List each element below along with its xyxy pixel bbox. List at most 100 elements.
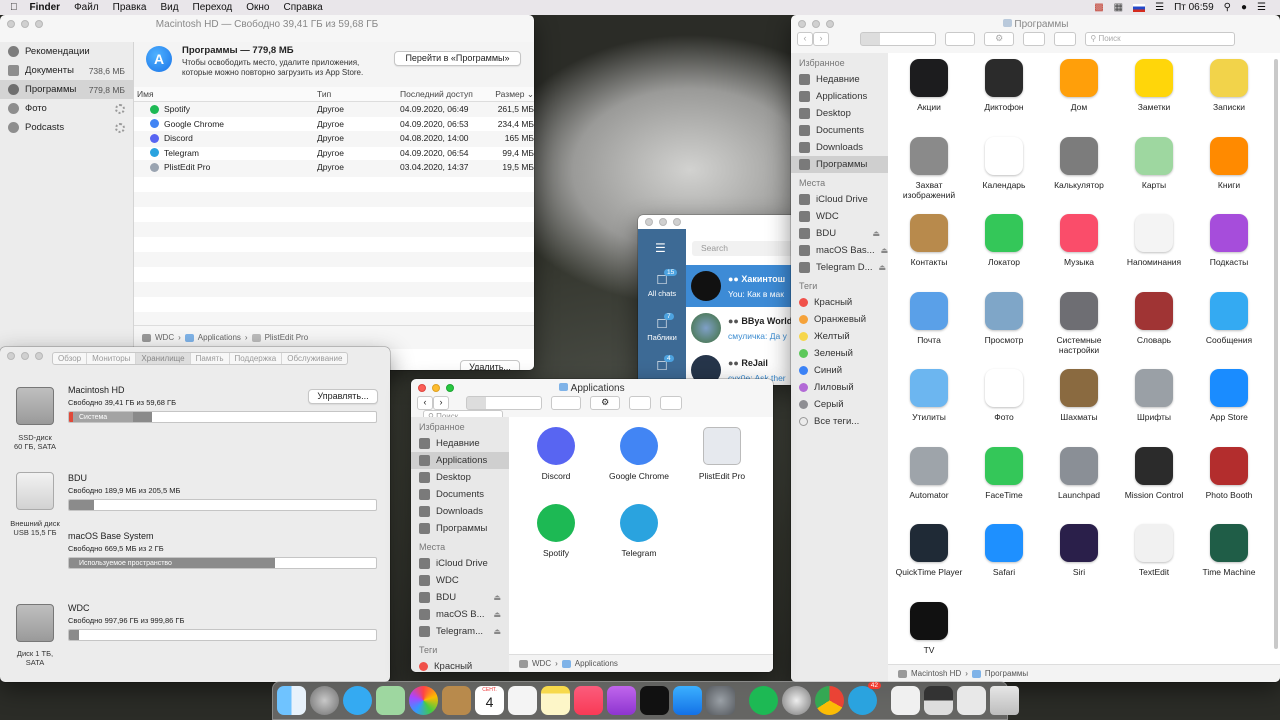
sidebar-item-tag[interactable]: Лиловый — [791, 379, 888, 396]
app-item[interactable]: Напоминания — [1117, 214, 1191, 267]
menu-go[interactable]: Переход — [193, 2, 233, 13]
sidebar-item[interactable]: Downloads — [411, 503, 509, 520]
app-item[interactable]: Системные настройки — [1042, 291, 1116, 355]
sidebar-item-tag[interactable]: Зеленый — [791, 345, 888, 362]
wifi-icon[interactable]: ☰ — [1155, 2, 1164, 13]
menu-app-name[interactable]: Finder — [30, 2, 61, 13]
app-item[interactable]: Карты — [1117, 136, 1191, 190]
music-icon[interactable] — [574, 686, 603, 715]
close-button[interactable] — [645, 218, 653, 226]
action-gear-button[interactable]: ⚙ — [590, 396, 621, 410]
downloads-stack-icon[interactable] — [957, 686, 986, 715]
sidebar-item[interactable]: Программы — [791, 156, 888, 173]
minimize-button[interactable] — [659, 218, 667, 226]
path-item[interactable]: Applications — [198, 333, 241, 342]
search-input[interactable]: ⚲ Поиск — [1085, 32, 1236, 46]
trash-icon[interactable] — [990, 686, 1019, 715]
path-item[interactable]: Macintosh HD — [911, 669, 961, 678]
notes-icon[interactable] — [541, 686, 570, 715]
app-item[interactable]: Словарь — [1117, 291, 1191, 345]
sidebar-item[interactable]: macOS B... ⏏ — [411, 606, 509, 623]
app-item[interactable]: Фото — [967, 369, 1041, 422]
app-item[interactable]: Spotify — [515, 504, 597, 558]
sidebar-item-tag[interactable]: Оранжевый — [791, 311, 888, 328]
app-item[interactable]: QuickTime Player — [892, 524, 966, 577]
sidebar-item[interactable]: macOS Bas... ⏏ — [791, 242, 888, 259]
chrome-icon[interactable] — [815, 686, 844, 715]
path-item[interactable]: PlistEdit Pro — [265, 333, 309, 342]
sidebar-item-applications[interactable]: Программы 779,8 МБ — [0, 80, 133, 99]
app-item[interactable]: Шахматы — [1042, 369, 1116, 422]
eject-icon[interactable]: ⏏ — [879, 263, 887, 272]
utility-icon[interactable] — [782, 686, 811, 715]
sidebar-item-photos[interactable]: Фото — [0, 99, 133, 118]
app-item[interactable]: Telegram — [598, 504, 680, 558]
nav-all-chats[interactable]: □ All chats 15 — [638, 269, 686, 298]
view-mode-segment[interactable] — [466, 396, 543, 410]
eject-icon[interactable]: ⏏ — [493, 627, 501, 636]
zoom-button[interactable] — [35, 352, 43, 360]
sidebar-item[interactable]: Downloads — [791, 139, 888, 156]
reminders-icon[interactable] — [508, 686, 537, 715]
back-button[interactable]: ‹ — [797, 32, 813, 46]
column-name[interactable]: Имя — [134, 89, 317, 99]
eject-icon[interactable]: ⏏ — [493, 610, 501, 619]
column-type[interactable]: Тип — [317, 89, 400, 99]
sidebar-item[interactable]: Desktop — [411, 469, 509, 486]
sidebar-item-tag-red[interactable]: Красный — [411, 658, 509, 672]
tab-support[interactable]: Поддержка — [230, 353, 283, 364]
app-item[interactable]: PlistEdit Pro — [681, 427, 763, 481]
sidebar-item[interactable]: WDC — [791, 208, 888, 225]
chat-item[interactable]: ●● BBya World смуличка: Да у — [686, 307, 798, 349]
app-item[interactable]: Google Chrome — [598, 427, 680, 481]
app-item[interactable]: Launchpad — [1042, 446, 1116, 500]
app-item[interactable]: Акции — [892, 59, 966, 112]
app-item[interactable]: Time Machine — [1192, 524, 1266, 577]
menu-view[interactable]: Вид — [160, 2, 178, 13]
manage-button[interactable]: Управлять... — [308, 389, 378, 404]
app-item[interactable]: Подкасты — [1192, 214, 1266, 267]
app-item[interactable]: Захват изображений — [892, 136, 966, 200]
apple-tv-icon[interactable] — [640, 686, 669, 715]
menu-file[interactable]: Файл — [74, 2, 99, 13]
status-icon[interactable]: ▦ — [1114, 2, 1123, 13]
back-button[interactable]: ‹ — [417, 396, 433, 410]
share-button[interactable] — [629, 396, 652, 410]
chat-item-selected[interactable]: ●● Хакинтош You: Как в мак — [686, 265, 798, 307]
go-to-applications-button[interactable]: Перейти в «Программы» — [394, 51, 521, 66]
forward-button[interactable]: › — [813, 32, 829, 46]
app-item[interactable]: Шрифты — [1117, 369, 1191, 422]
tab-overview[interactable]: Обзор — [53, 353, 88, 364]
app-item[interactable]: Photo Booth — [1192, 446, 1266, 500]
stats-icon[interactable]: ▩ — [1094, 2, 1103, 13]
sidebar-item-recommendations[interactable]: Рекомендации — [0, 42, 133, 61]
tag-button[interactable] — [660, 396, 683, 410]
table-row[interactable]: PlistEdit Pro Другое 03.04.2020, 14:37 19,5… — [134, 160, 534, 175]
minimize-button[interactable] — [21, 352, 29, 360]
app-item[interactable]: Automator — [892, 446, 966, 500]
app-item[interactable]: Контакты — [892, 214, 966, 267]
app-item[interactable]: Сообщения — [1192, 291, 1266, 345]
app-item[interactable]: Записки — [1192, 59, 1266, 112]
action-gear-button[interactable]: ⚙ — [984, 32, 1015, 46]
path-item[interactable]: WDC — [155, 333, 174, 342]
sidebar-item-tag[interactable]: Синий — [791, 362, 888, 379]
sidebar-item[interactable]: WDC — [411, 572, 509, 589]
finder-icon[interactable] — [277, 686, 306, 715]
document-stack-icon[interactable] — [891, 686, 920, 715]
tab-monitors[interactable]: Мониторы — [87, 353, 137, 364]
menu-help[interactable]: Справка — [284, 2, 323, 13]
sidebar-item[interactable]: BDU ⏏ — [411, 589, 509, 606]
app-item[interactable]: Safari — [967, 524, 1041, 577]
sidebar-item[interactable]: BDU ⏏ — [791, 225, 888, 242]
tag-button[interactable] — [1054, 32, 1077, 46]
tab-storage[interactable]: Хранилище — [136, 353, 191, 364]
column-size[interactable]: Размер ⌄ — [480, 89, 534, 100]
app-item[interactable]: Локатор — [967, 214, 1041, 267]
view-mode-segment[interactable] — [860, 32, 937, 46]
apple-menu-icon[interactable]:  — [10, 2, 18, 13]
sidebar-item[interactable]: Программы — [411, 520, 509, 537]
group-button[interactable] — [551, 396, 582, 410]
sidebar-item-tag[interactable]: Серый — [791, 396, 888, 413]
app-item[interactable]: Календарь — [967, 136, 1041, 190]
